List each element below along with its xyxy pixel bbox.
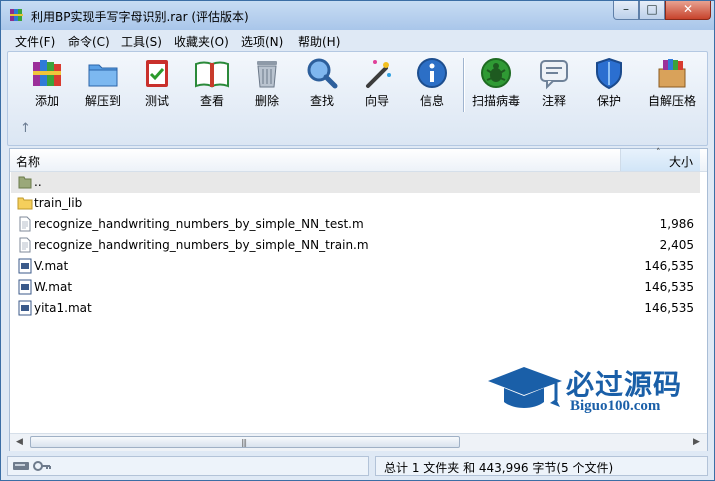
close-button[interactable]: ✕: [665, 1, 711, 20]
protect-button[interactable]: 保护: [582, 56, 636, 112]
text-file-icon: [19, 237, 31, 253]
horizontal-scrollbar[interactable]: ◀ ||| ▶: [10, 433, 707, 451]
view-label: 查看: [199, 94, 224, 108]
scroll-grip-icon: |||: [241, 438, 247, 447]
extract-to-button[interactable]: 解压到: [76, 56, 130, 112]
find-label: 查找: [309, 94, 334, 108]
protect-label: 保护: [596, 94, 621, 108]
status-right-pane: 总计 1 文件夹 和 443,996 字节(5 个文件): [375, 456, 708, 476]
folder-extract-icon: [88, 64, 118, 87]
list-item[interactable]: recognize_handwriting_numbers_by_simple_…: [11, 214, 700, 235]
list-header: 名称 大小 ˄: [10, 148, 707, 172]
maximize-button[interactable]: □: [639, 1, 665, 20]
file-name: yita1.mat: [34, 301, 92, 315]
info-button[interactable]: 信息: [405, 56, 459, 112]
wizard-label: 向导: [364, 94, 389, 108]
menu-file[interactable]: 文件(F): [15, 33, 55, 50]
file-name: W.mat: [34, 280, 73, 294]
comment-label: 注释: [541, 94, 566, 108]
mat-file-icon: [18, 300, 32, 316]
scroll-thumb[interactable]: |||: [30, 436, 460, 448]
status-left-pane: [7, 456, 369, 476]
graduation-cap-icon: [488, 367, 562, 408]
sfx-button[interactable]: 自解压格: [642, 56, 702, 112]
add-label: 添加: [34, 94, 59, 108]
watermark: 必过源码 Biguo100.com: [486, 363, 696, 419]
bug-scan-icon: [481, 58, 511, 88]
scan-virus-label: 扫描病毒: [471, 94, 520, 108]
watermark-cn-text: 必过源码: [566, 368, 683, 401]
list-item[interactable]: ..: [11, 172, 700, 193]
info-icon: [417, 58, 447, 88]
watermark-en-text: Biguo100.com: [570, 398, 661, 414]
test-button[interactable]: 测试: [130, 56, 184, 112]
wizard-button[interactable]: 向导: [350, 56, 404, 112]
file-size: 1,986: [659, 217, 694, 231]
shield-protect-icon: [596, 57, 622, 90]
list-item[interactable]: W.mat 146,535: [11, 277, 700, 298]
mat-file-icon: [18, 258, 32, 274]
trash-delete-icon: [257, 61, 277, 88]
test-label: 测试: [144, 94, 169, 108]
sort-ascending-icon: ˄: [656, 148, 661, 158]
minimize-button[interactable]: –: [613, 1, 639, 20]
extract-to-label: 解压到: [84, 94, 121, 108]
file-list: 名称 大小 ˄ .. train_lib recognize_handwriti…: [9, 148, 708, 451]
status-bar: 总计 1 文件夹 和 443,996 字节(5 个文件): [1, 453, 714, 480]
menu-tools[interactable]: 工具(S): [121, 33, 162, 50]
clipboard-test-icon: [146, 60, 168, 87]
archive-window: 利用BP实现手写字母识别.rar (评估版本) – □ ✕ 文件(F) 命令(C…: [0, 0, 715, 481]
menu-favorites[interactable]: 收藏夹(O): [174, 33, 229, 50]
file-size: 146,535: [644, 259, 694, 273]
list-item[interactable]: recognize_handwriting_numbers_by_simple_…: [11, 235, 700, 256]
delete-label: 删除: [254, 94, 279, 108]
book-view-icon: [195, 61, 229, 88]
column-name-header[interactable]: 名称: [16, 153, 40, 170]
menu-bar: 文件(F) 命令(C) 工具(S) 收藏夹(O) 选项(N) 帮助(H): [1, 30, 714, 51]
column-size-label: 大小: [669, 155, 694, 169]
toolbar: 添加 解压到 测试 查看 删除 查找 向导 信息 扫描病毒 注释 保护 自解压格…: [7, 51, 708, 146]
view-button[interactable]: 查看: [185, 56, 239, 112]
delete-button[interactable]: 删除: [240, 56, 294, 112]
file-name: ..: [34, 175, 42, 189]
comment-button[interactable]: 注释: [527, 56, 581, 112]
scan-virus-button[interactable]: 扫描病毒: [469, 56, 523, 112]
find-button[interactable]: 查找: [295, 56, 349, 112]
file-size: 2,405: [659, 238, 694, 252]
title-bar[interactable]: 利用BP实现手写字母识别.rar (评估版本) – □ ✕: [1, 1, 714, 30]
magnifier-find-icon: [307, 58, 338, 89]
drive-key-icon[interactable]: [12, 459, 52, 473]
file-name: V.mat: [34, 259, 69, 273]
info-label: 信息: [419, 94, 444, 108]
file-size: 146,535: [644, 280, 694, 294]
folder-icon: [17, 197, 33, 210]
file-name: train_lib: [34, 196, 83, 210]
scroll-right-button[interactable]: ▶: [690, 436, 703, 449]
toolbar-separator: [463, 58, 464, 112]
list-item[interactable]: train_lib: [11, 193, 700, 214]
up-one-level-button[interactable]: ↑: [20, 122, 34, 136]
box-sfx-icon: [658, 59, 686, 88]
file-name: recognize_handwriting_numbers_by_simple_…: [34, 238, 369, 252]
folder-up-icon: [18, 176, 32, 189]
menu-help[interactable]: 帮助(H): [298, 33, 340, 50]
text-file-icon: [19, 216, 31, 232]
scroll-left-button[interactable]: ◀: [13, 436, 26, 449]
wand-wizard-icon: [366, 60, 391, 88]
sfx-label: 自解压格: [647, 94, 696, 108]
menu-options[interactable]: 选项(N): [241, 33, 283, 50]
window-title: 利用BP实现手写字母识别.rar (评估版本): [31, 10, 249, 24]
add-button[interactable]: 添加: [20, 56, 74, 112]
status-summary: 总计 1 文件夹 和 443,996 字节(5 个文件): [384, 461, 614, 475]
mat-file-icon: [18, 279, 32, 295]
books-add-icon: [33, 60, 61, 86]
menu-command[interactable]: 命令(C): [68, 33, 110, 50]
file-name: recognize_handwriting_numbers_by_simple_…: [34, 217, 364, 231]
file-size: 146,535: [644, 301, 694, 315]
list-item[interactable]: yita1.mat 146,535: [11, 298, 700, 319]
comment-icon: [540, 60, 568, 90]
list-item[interactable]: V.mat 146,535: [11, 256, 700, 277]
winrar-app-icon: [10, 9, 23, 21]
